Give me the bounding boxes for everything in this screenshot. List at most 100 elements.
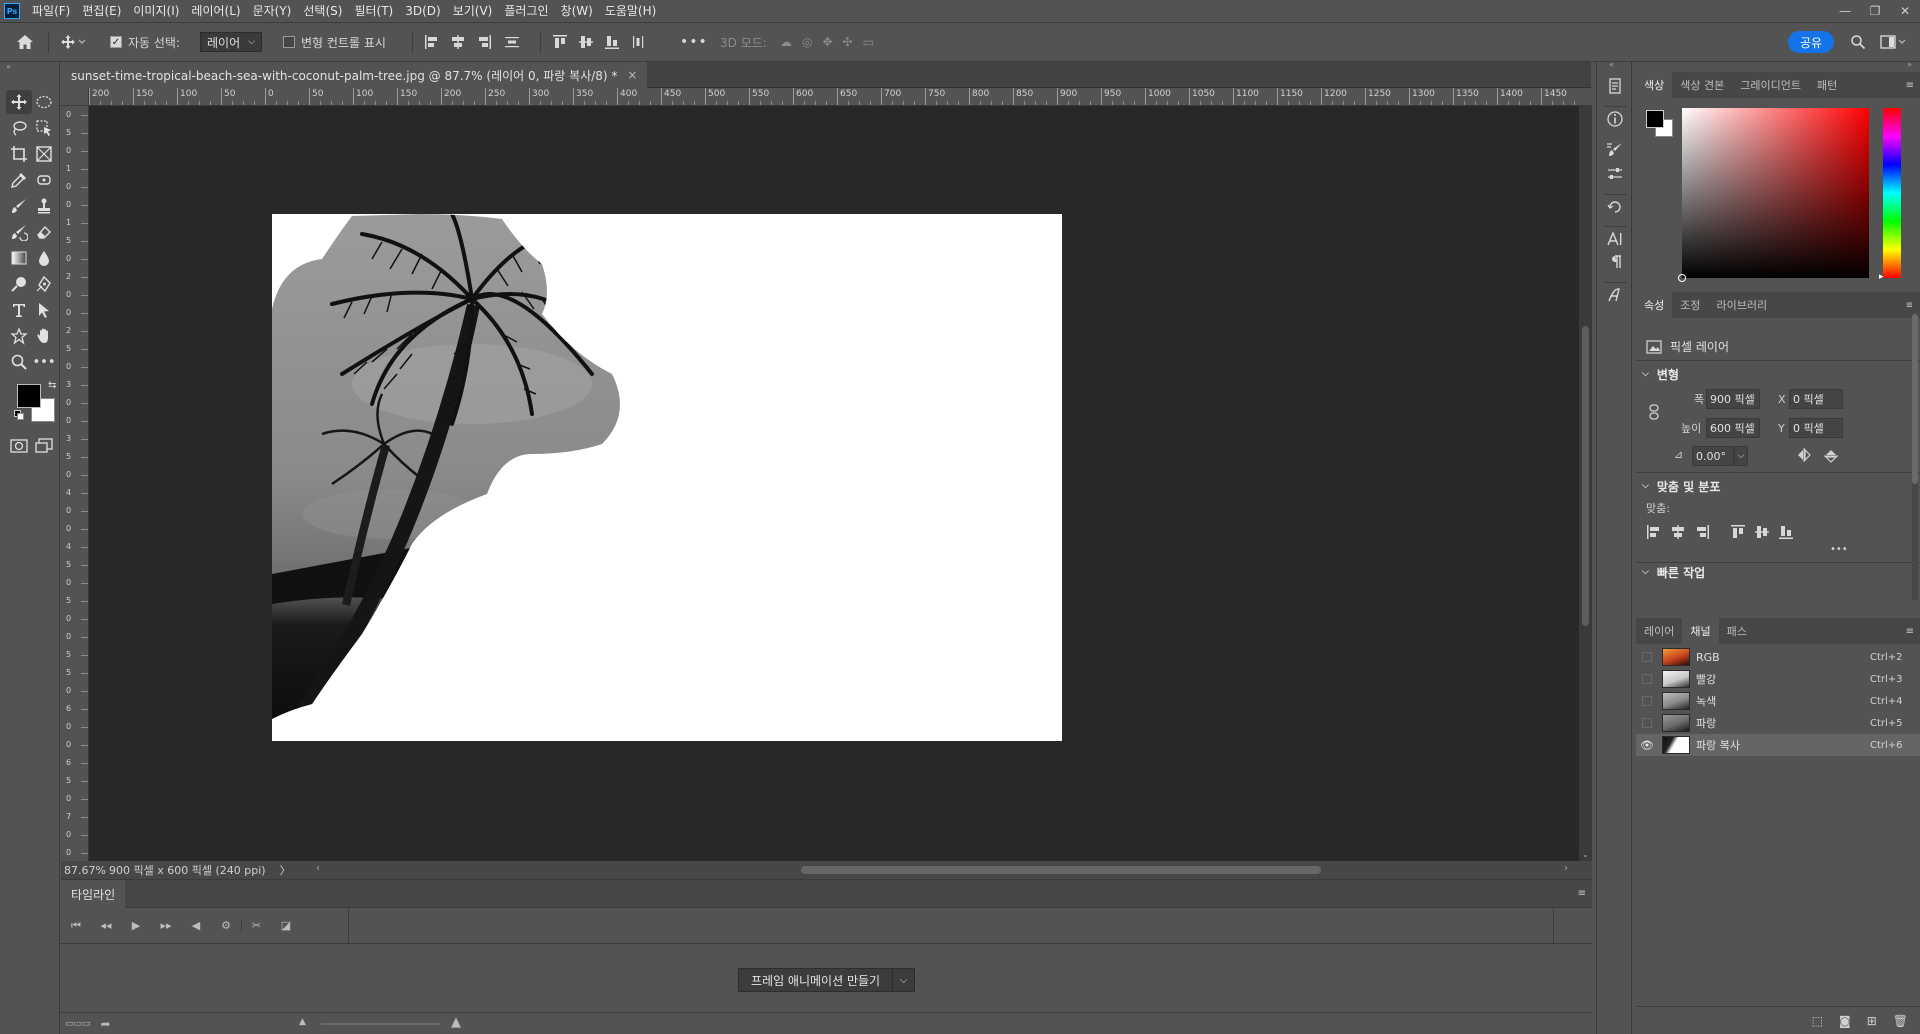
zoom-out-timeline-icon[interactable]: ▲ [299,1017,306,1027]
paragraph-panel-icon[interactable] [1603,250,1627,274]
menu-layer[interactable]: 레이어(L) [185,0,246,22]
channel-row-red[interactable]: 빨강 Ctrl+3 [1636,668,1920,690]
3d-pan-icon[interactable]: ✥ [822,35,832,49]
3d-orbit-icon[interactable]: ☁ [780,35,792,49]
more-align-options-icon[interactable]: ••• [1830,544,1848,555]
delete-channel-icon[interactable]: 🗑 [1893,1014,1908,1028]
move-tool-preset-icon[interactable] [60,23,86,61]
3d-slide-icon[interactable]: ✣ [843,35,853,49]
dodge-tool-icon[interactable] [6,272,32,296]
object-selection-tool-icon[interactable] [31,116,57,140]
home-icon[interactable] [16,23,34,61]
spot-healing-tool-icon[interactable] [31,168,57,192]
menu-plugins[interactable]: 플러그인 [498,0,554,22]
scroll-left-icon[interactable]: ‹ [316,863,320,874]
color-field[interactable] [1678,108,1869,282]
custom-shape-tool-icon[interactable] [6,324,32,348]
tab-properties[interactable]: 속성 [1636,292,1673,318]
status-menu-icon[interactable]: 〉 [266,862,291,878]
channel-row-blue-copy[interactable]: 👁 파랑 복사 Ctrl+6 [1636,734,1920,756]
move-tool-icon[interactable] [6,90,32,114]
visibility-toggle[interactable] [1642,696,1652,706]
new-channel-icon[interactable]: ⊞ [1867,1014,1877,1028]
show-transform-checkbox[interactable] [283,36,295,48]
glyphs-panel-icon[interactable] [1603,282,1627,306]
collapse-panels-icon[interactable]: « [1609,60,1614,69]
more-options-icon[interactable]: ••• [680,23,708,61]
color-panel-menu-icon[interactable]: ≡ [1906,80,1914,91]
collapse-right-panels-icon[interactable]: » [1907,60,1912,69]
distribute-icon[interactable] [502,34,522,50]
panel-align-right-icon[interactable] [1694,524,1710,540]
save-selection-icon[interactable]: ◙ [1839,1014,1851,1028]
properties-scrollbar[interactable] [1912,300,1918,600]
brush-tool-icon[interactable] [6,194,32,218]
tab-color[interactable]: 색상 [1636,72,1673,98]
history-brush-tool-icon[interactable] [6,220,32,244]
menu-select[interactable]: 선택(S) [297,0,348,22]
history-brush-panel-icon[interactable] [1603,194,1627,218]
first-frame-icon[interactable]: ⏮ [61,919,91,933]
properties-scroll-thumb[interactable] [1912,314,1918,484]
history-panel-icon[interactable] [1603,74,1627,98]
color-panel-foreground[interactable] [1646,110,1664,128]
y-field[interactable]: 0 픽셀 [1789,418,1843,438]
auto-select-dropdown[interactable]: 레이어 ⌵ [200,32,262,52]
type-tool-icon[interactable] [6,298,32,322]
menu-edit[interactable]: 편집(E) [76,0,127,22]
visibility-toggle[interactable] [1642,718,1652,728]
3d-roll-icon[interactable]: ◎ [802,35,812,49]
align-right-icon[interactable] [476,34,492,50]
flip-vertical-icon[interactable] [1824,448,1838,464]
link-dimensions-icon[interactable] [1648,404,1660,420]
foreground-color-swatch[interactable] [17,384,41,408]
quick-mask-icon[interactable] [6,434,32,458]
timeline-tab[interactable]: 타임라인 [61,880,126,908]
character-panel-icon[interactable] [1603,226,1627,250]
panel-align-middle-icon[interactable] [1754,524,1770,540]
vertical-ruler[interactable]: 0 5 0 1 0 0 1 5 0 2 0 0 2 5 0 3 0 0 3 5 0 4 0 0 4 5 0 5 0 0 5 5 0 6 0 0 6 5 0 7… [61,106,89,861]
menu-filter[interactable]: 필터(T) [348,0,399,22]
tab-libraries[interactable]: 라이브러리 [1709,292,1776,318]
align-distribute-section[interactable]: ⌵ 맞춤 및 분포 [1642,476,1720,496]
transform-section[interactable]: ⌵ 변형 [1642,364,1679,384]
clone-stamp-tool-icon[interactable] [31,194,57,218]
menu-file[interactable]: 파일(F) [26,0,76,22]
scroll-right-icon[interactable]: › [1564,863,1568,874]
swap-colors-icon[interactable]: ⇆ [48,380,56,391]
frames-mode-icon[interactable]: ▭▭▭ [61,1019,91,1029]
menu-window[interactable]: 창(W) [555,0,599,22]
default-colors-icon[interactable] [14,410,24,420]
create-frame-animation-button[interactable]: 프레임 애니메이션 만들기 [738,968,894,992]
flip-horizontal-icon[interactable] [1796,448,1812,462]
horizontal-ruler[interactable]: 200 150 100 50 0 50 100 150 200 250 300 350 400 450 50… [89,88,1592,106]
width-field[interactable]: 900 픽셀 [1706,389,1760,409]
zoom-level[interactable]: 87.67% [61,864,107,877]
audio-icon[interactable]: ◀ [181,919,211,932]
minimize-icon[interactable]: — [1830,0,1860,22]
pen-tool-icon[interactable] [31,272,57,296]
tab-gradients[interactable]: 그레이디언트 [1732,72,1809,98]
settings-icon[interactable]: ⚙ [211,919,241,932]
channel-row-blue[interactable]: 파랑 Ctrl+5 [1636,712,1920,734]
tab-adjustments[interactable]: 조정 [1672,292,1708,318]
vertical-scroll-thumb[interactable] [1582,326,1589,626]
frame-tool-icon[interactable] [31,142,57,166]
quick-actions-section[interactable]: ⌵ 빠른 작업 [1642,562,1705,582]
eye-icon[interactable]: 👁 [1636,739,1658,752]
menu-help[interactable]: 도움말(H) [599,0,663,22]
blur-tool-icon[interactable] [31,246,57,270]
workspace-icon[interactable] [1880,23,1908,61]
search-icon[interactable] [1850,23,1866,61]
split-icon[interactable]: ✂ [241,919,271,932]
collapse-toolbar-icon[interactable]: « [6,62,11,71]
restore-icon[interactable]: ❐ [1860,0,1890,22]
auto-select-checkbox[interactable]: ✓ [110,36,122,48]
tab-paths[interactable]: 패스 [1719,618,1755,644]
timeline-zoom-slider[interactable] [321,1023,441,1025]
visibility-toggle[interactable] [1642,674,1652,684]
panel-align-left-icon[interactable] [1646,524,1662,540]
x-field[interactable]: 0 픽셀 [1789,389,1843,409]
menu-image[interactable]: 이미지(I) [127,0,185,22]
load-selection-icon[interactable]: ⬚ [1812,1014,1823,1028]
